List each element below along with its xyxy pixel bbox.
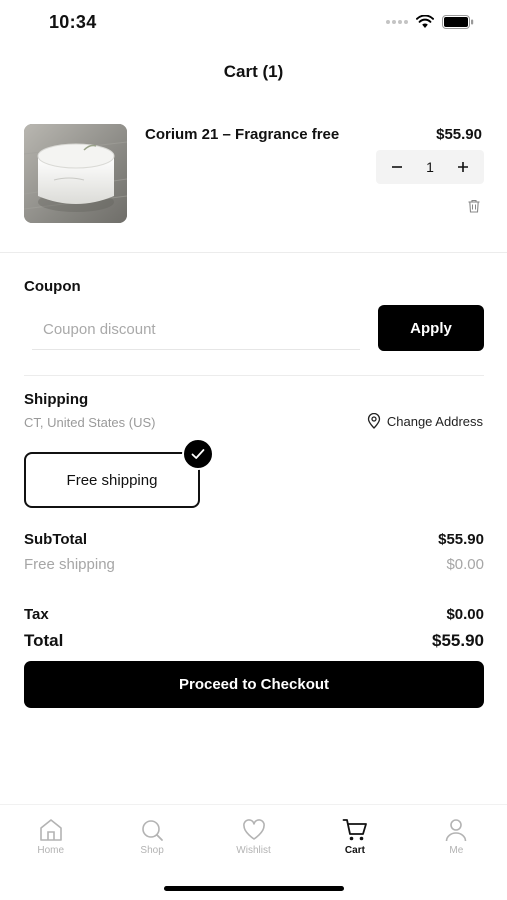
shipping-location: CT, United States (US) — [24, 415, 156, 430]
user-icon — [446, 819, 467, 842]
tab-me[interactable]: Me — [406, 805, 507, 864]
plus-icon — [457, 162, 468, 172]
trash-icon[interactable] — [466, 198, 482, 214]
change-address-button[interactable]: Change Address — [367, 413, 483, 429]
total-label: Total — [24, 631, 64, 650]
apply-coupon-button[interactable]: Apply — [378, 305, 484, 351]
tab-wishlist[interactable]: Wishlist — [203, 805, 304, 864]
shipping-cost-label: Free shipping — [24, 556, 115, 573]
location-pin-icon — [367, 413, 381, 429]
subtotal-row: SubTotal $55.90 — [24, 531, 484, 548]
shipping-option-free[interactable]: Free shipping — [24, 452, 200, 508]
status-icons — [386, 15, 474, 29]
tab-cart[interactable]: Cart — [304, 805, 405, 864]
wifi-icon — [416, 15, 434, 28]
heart-icon — [242, 819, 265, 840]
tax-row: Tax $0.00 — [24, 606, 484, 623]
change-address-label: Change Address — [386, 413, 483, 429]
shipping-cost-row: Free shipping $0.00 — [24, 556, 484, 573]
product-name[interactable]: Corium 21 – Fragrance free — [145, 126, 339, 143]
divider — [24, 375, 484, 376]
selected-check-icon — [182, 438, 214, 470]
shipping-cost-value: $0.00 — [446, 556, 484, 573]
tab-home-label: Home — [37, 845, 65, 856]
search-icon — [142, 820, 164, 841]
shipping-label: Shipping — [24, 391, 89, 408]
quantity-value: 1 — [426, 159, 434, 175]
increase-quantity-button[interactable] — [454, 158, 472, 176]
page-title: Cart (1) — [223, 62, 284, 81]
status-bar: 10:34 — [0, 0, 507, 46]
tax-value: $0.00 — [446, 606, 484, 623]
tab-shop[interactable]: Shop — [101, 805, 202, 864]
shipping-option-label: Free shipping — [66, 471, 158, 489]
total-row: Total $55.90 — [24, 631, 484, 651]
home-icon — [39, 819, 62, 841]
coupon-input[interactable] — [32, 310, 360, 350]
decrease-quantity-button[interactable] — [388, 158, 406, 176]
tab-cart-label: Cart — [344, 845, 365, 856]
divider — [0, 252, 507, 253]
minus-icon — [392, 166, 402, 168]
tab-wishlist-label: Wishlist — [236, 845, 271, 856]
cart-item: Corium 21 – Fragrance free $55.90 1 — [24, 124, 484, 224]
subtotal-value: $55.90 — [438, 531, 484, 548]
proceed-to-checkout-button[interactable]: Proceed to Checkout — [24, 661, 484, 708]
cart-icon — [342, 819, 367, 841]
product-price: $55.90 — [436, 126, 482, 143]
home-indicator[interactable] — [164, 886, 344, 891]
quantity-stepper: 1 — [376, 150, 484, 184]
tab-shop-label: Shop — [140, 845, 164, 856]
total-value: $55.90 — [432, 631, 484, 650]
tab-home[interactable]: Home — [0, 805, 101, 864]
cellular-signal-icon — [386, 20, 408, 24]
subtotal-label: SubTotal — [24, 531, 88, 548]
tax-label: Tax — [24, 606, 49, 623]
tab-me-label: Me — [449, 845, 464, 856]
coupon-label: Coupon — [24, 278, 81, 295]
tab-bar: Home Shop Wishlist Cart Me — [0, 804, 507, 864]
battery-icon — [442, 15, 474, 29]
product-jar-image[interactable] — [24, 124, 127, 223]
status-time: 10:34 — [49, 12, 97, 32]
